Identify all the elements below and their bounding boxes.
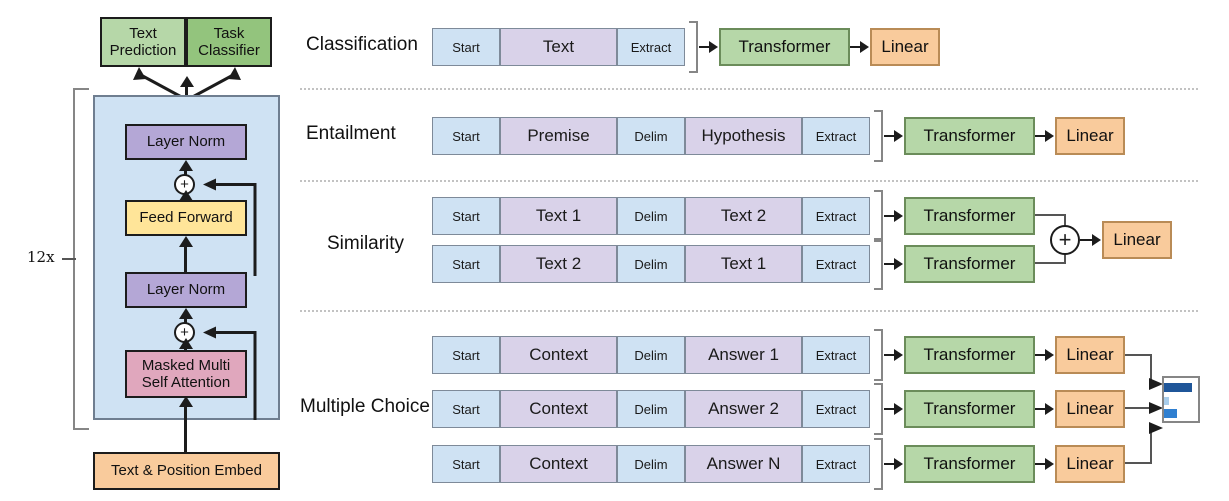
similarity-to-linear-arrowhead: [1092, 234, 1101, 246]
sequence-bracket-similarity-2: [874, 238, 883, 290]
mc-row3-linear-arrowhead: [1045, 458, 1054, 470]
sequence-bracket-similarity-1: [874, 190, 883, 242]
task-classifier-box: Task Classifier: [186, 17, 272, 67]
token-delim: Delim: [617, 245, 685, 283]
token-start: Start: [432, 390, 500, 428]
mc-row1-arrowhead: [894, 349, 903, 361]
repeat-bracket-tick: [62, 258, 76, 260]
token-text-2: Text 2: [500, 245, 617, 283]
token-answer-n: Answer N: [685, 445, 802, 483]
entailment-to-linear-arrowhead: [1045, 130, 1054, 142]
token-start: Start: [432, 336, 500, 374]
token-context: Context: [500, 445, 617, 483]
linear-mc-2: Linear: [1055, 390, 1125, 428]
sequence-bracket-classification: [689, 21, 698, 73]
transformer-similarity-1: Transformer: [904, 197, 1035, 235]
transformer-mc-1: Transformer: [904, 336, 1035, 374]
mc-row3-arrowhead: [894, 458, 903, 470]
token-delim: Delim: [617, 117, 685, 155]
token-extract: Extract: [802, 336, 870, 374]
token-context: Context: [500, 390, 617, 428]
token-start: Start: [432, 445, 500, 483]
token-extract: Extract: [617, 28, 685, 66]
ff-residual-to-ln-arrowhead: [179, 160, 193, 171]
softmax-bar-3: [1164, 409, 1177, 418]
mc-row2-linear-arrowhead: [1045, 403, 1054, 415]
token-text-1: Text 1: [685, 245, 802, 283]
token-delim: Delim: [617, 197, 685, 235]
text-position-embed-box: Text & Position Embed: [93, 452, 280, 490]
linear-mc-1: Linear: [1055, 336, 1125, 374]
token-delim: Delim: [617, 390, 685, 428]
sequence-bracket-entailment: [874, 110, 883, 162]
figure-canvas: Text Prediction Task Classifier 12x Laye…: [0, 0, 1229, 501]
feedforward-out-arrowhead: [179, 190, 193, 201]
sequence-bracket-mc-1: [874, 329, 883, 381]
transformer-mc-2: Transformer: [904, 390, 1035, 428]
classification-to-transformer-arrowhead: [709, 41, 718, 53]
linear-similarity: Linear: [1102, 221, 1172, 259]
linear-mc-3: Linear: [1055, 445, 1125, 483]
embed-to-attention-arrowhead: [179, 396, 193, 407]
token-extract: Extract: [802, 390, 870, 428]
softmax-output-box: [1162, 376, 1200, 423]
attn-residual-to-ln-arrowhead: [179, 308, 193, 319]
layer-norm-bottom-box: Layer Norm: [125, 272, 247, 308]
task-label-classification: Classification: [306, 34, 418, 55]
embed-to-attention-line: [184, 404, 187, 452]
token-text-2: Text 2: [685, 197, 802, 235]
token-answer-1: Answer 1: [685, 336, 802, 374]
divider-2: [300, 180, 1198, 182]
similarity-row2-arrowhead: [894, 258, 903, 270]
sequence-bracket-mc-2: [874, 383, 883, 435]
token-extract: Extract: [802, 245, 870, 283]
token-premise: Premise: [500, 117, 617, 155]
token-extract: Extract: [802, 445, 870, 483]
similarity-add-circle: +: [1050, 225, 1080, 255]
linear-classification: Linear: [870, 28, 940, 66]
linear-entailment: Linear: [1055, 117, 1125, 155]
entailment-to-transformer-arrowhead: [894, 130, 903, 142]
mc-row1-linear-arrowhead: [1045, 349, 1054, 361]
attention-out-arrowhead: [179, 338, 193, 349]
block-output-arrowhead: [180, 76, 194, 87]
transformer-mc-3: Transformer: [904, 445, 1035, 483]
sequence-bracket-mc-3: [874, 438, 883, 490]
token-extract: Extract: [802, 197, 870, 235]
task-label-similarity: Similarity: [327, 233, 405, 254]
token-answer-2: Answer 2: [685, 390, 802, 428]
masked-multi-self-attention-box: Masked Multi Self Attention: [125, 350, 247, 398]
token-text-1: Text 1: [500, 197, 617, 235]
mc-row2-arrowhead: [894, 403, 903, 415]
classification-to-linear-arrowhead: [860, 41, 869, 53]
text-prediction-box: Text Prediction: [100, 17, 186, 67]
softmax-bar-1: [1164, 383, 1192, 392]
token-delim: Delim: [617, 336, 685, 374]
layer-norm-top-box: Layer Norm: [125, 124, 247, 160]
token-start: Start: [432, 117, 500, 155]
task-label-multiple-choice: Multiple Choice: [300, 396, 430, 417]
transformer-entailment: Transformer: [904, 117, 1035, 155]
token-extract: Extract: [802, 117, 870, 155]
token-start: Start: [432, 28, 500, 66]
token-text: Text: [500, 28, 617, 66]
divider-1: [300, 88, 1198, 90]
transformer-similarity-2: Transformer: [904, 245, 1035, 283]
feed-forward-box: Feed Forward: [125, 200, 247, 236]
token-start: Start: [432, 245, 500, 283]
ln-bottom-to-ff-arrowhead: [179, 236, 193, 247]
softmax-bar-2: [1164, 397, 1169, 405]
task-label-entailment: Entailment: [306, 123, 396, 144]
token-context: Context: [500, 336, 617, 374]
token-hypothesis: Hypothesis: [685, 117, 802, 155]
similarity-row1-arrowhead: [894, 210, 903, 222]
token-delim: Delim: [617, 445, 685, 483]
transformer-classification: Transformer: [719, 28, 850, 66]
repeat-count-label: 12x: [27, 248, 55, 266]
divider-3: [300, 310, 1198, 312]
token-start: Start: [432, 197, 500, 235]
ln-bottom-to-ff-line: [184, 246, 187, 272]
